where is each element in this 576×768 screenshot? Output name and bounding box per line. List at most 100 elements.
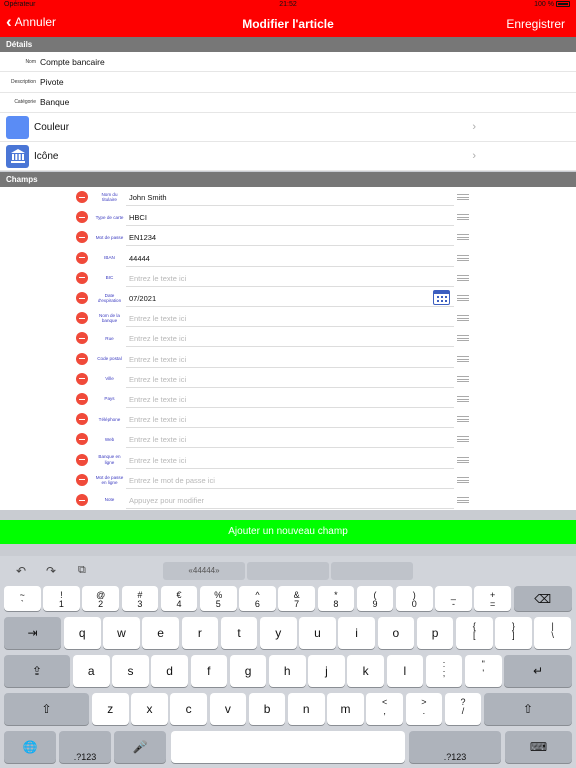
reorder-handle-icon[interactable] <box>457 436 469 443</box>
key-q[interactable]: q <box>64 617 101 649</box>
key-t[interactable]: t <box>220 617 258 649</box>
delete-key[interactable]: ⌫ <box>513 586 572 611</box>
key-n[interactable]: n <box>288 693 325 725</box>
key-'[interactable]: " ' <box>465 655 502 687</box>
delete-field-button[interactable] <box>76 231 88 244</box>
key-2[interactable]: @2 <box>82 586 119 611</box>
color-row[interactable]: Couleur › <box>0 113 576 142</box>
category-value[interactable]: Banque <box>40 97 69 107</box>
undo-icon[interactable]: ↶ <box>16 564 26 578</box>
key-w[interactable]: w <box>103 617 140 649</box>
field-value[interactable]: Entrez le texte ici <box>126 269 454 287</box>
hide-keyboard-key[interactable]: ⌨ <box>505 731 572 763</box>
key-g[interactable]: g <box>229 655 267 687</box>
field-value[interactable]: Entrez le texte ici <box>126 430 454 449</box>
key-7[interactable]: & 7 <box>278 586 315 611</box>
key-1[interactable]: ! 1 <box>43 586 80 611</box>
key-=[interactable]: + = <box>474 586 511 611</box>
key-u[interactable]: u <box>299 617 336 649</box>
reorder-handle-icon[interactable] <box>457 214 469 221</box>
key-[[interactable]: {[ <box>456 617 493 649</box>
key-f[interactable]: f <box>190 655 228 687</box>
redo-icon[interactable]: ↷ <box>46 564 56 578</box>
paste-icon[interactable]: ⧉ <box>78 564 86 577</box>
field-value[interactable]: EN1234 <box>126 228 454 247</box>
delete-field-button[interactable] <box>76 393 88 405</box>
delete-field-button[interactable] <box>76 191 88 203</box>
description-value[interactable]: Pivote <box>40 77 64 87</box>
key-l[interactable]: l <box>386 655 424 687</box>
key-\[interactable]: | \ <box>534 617 571 649</box>
key-h[interactable]: h <box>269 655 306 687</box>
field-value[interactable]: Entrez le texte ici <box>126 410 454 429</box>
key-9[interactable]: (9 <box>356 586 394 611</box>
field-value[interactable]: Entrez le texte ici <box>126 451 454 469</box>
key-3[interactable]: #3 <box>121 586 159 611</box>
reorder-handle-icon[interactable] <box>457 234 469 241</box>
delete-field-button[interactable] <box>76 372 88 385</box>
key-4[interactable]: €4 <box>160 586 198 611</box>
key-d[interactable]: d <box>151 655 188 687</box>
field-value[interactable]: 44444 <box>126 249 454 267</box>
reorder-handle-icon[interactable] <box>457 274 469 281</box>
shift-right-key[interactable]: ⇧ <box>484 693 572 725</box>
reorder-handle-icon[interactable] <box>457 355 469 362</box>
key-c[interactable]: c <box>170 693 207 725</box>
numbers-key-left[interactable]: .?123 <box>59 731 111 763</box>
reorder-handle-icon[interactable] <box>457 497 469 503</box>
suggestion-1[interactable]: «44444» <box>163 562 245 580</box>
key-k[interactable]: k <box>347 655 384 687</box>
key-/[interactable]: ? / <box>444 693 482 725</box>
dictation-key[interactable]: 🎤 <box>114 731 166 763</box>
key-p[interactable]: p <box>416 617 454 649</box>
reorder-handle-icon[interactable] <box>457 375 469 382</box>
key-j[interactable]: j <box>308 655 345 687</box>
reorder-handle-icon[interactable] <box>457 194 469 200</box>
numbers-key-right[interactable]: .?123 <box>409 731 501 763</box>
key-`[interactable]: ~ ` <box>4 586 41 611</box>
key-m[interactable]: m <box>327 693 364 725</box>
key-a[interactable]: a <box>73 655 110 687</box>
return-key[interactable]: ↵ <box>504 655 572 687</box>
field-value[interactable]: Entrez le texte ici <box>126 390 454 408</box>
space-key[interactable] <box>171 731 405 763</box>
field-value[interactable]: HBCI <box>126 208 454 227</box>
suggestion-2[interactable] <box>247 562 329 580</box>
key--[interactable]: _ - <box>435 586 472 611</box>
add-field-button[interactable]: Ajouter un nouveau champ <box>0 520 576 544</box>
tab-key[interactable]: ⇥ <box>4 617 61 649</box>
field-value[interactable]: Entrez le texte ici <box>126 329 454 348</box>
calendar-icon[interactable] <box>433 290 450 305</box>
globe-key[interactable]: 🌐 <box>4 731 56 763</box>
reorder-handle-icon[interactable] <box>457 416 469 423</box>
key-i[interactable]: i <box>338 617 375 649</box>
field-value[interactable]: John Smith <box>126 188 454 206</box>
detail-row-name[interactable]: Nom Compte bancaire <box>0 52 576 73</box>
shift-left-key[interactable]: ⇧ <box>4 693 89 725</box>
reorder-handle-icon[interactable] <box>457 315 469 322</box>
key-y[interactable]: y <box>260 617 297 649</box>
field-value[interactable]: Entrez le texte ici <box>126 309 454 328</box>
delete-field-button[interactable] <box>76 211 88 224</box>
name-value[interactable]: Compte bancaire <box>40 57 105 67</box>
delete-field-button[interactable] <box>76 413 88 426</box>
delete-field-button[interactable] <box>76 433 88 446</box>
key-o[interactable]: o <box>377 617 415 649</box>
reorder-handle-icon[interactable] <box>457 295 469 301</box>
field-value[interactable]: Entrez le mot de passe ici <box>126 471 454 489</box>
key-s[interactable]: s <box>112 655 149 687</box>
suggestion-3[interactable] <box>331 562 413 580</box>
delete-field-button[interactable] <box>76 312 88 325</box>
key-z[interactable]: z <box>92 693 129 725</box>
field-value[interactable]: 07/2021 <box>126 289 454 307</box>
key-8[interactable]: * 8 <box>317 586 355 611</box>
reorder-handle-icon[interactable] <box>457 456 469 463</box>
field-value[interactable]: Entrez le texte ici <box>126 350 454 368</box>
key-x[interactable]: x <box>131 693 168 725</box>
reorder-handle-icon[interactable] <box>457 254 469 261</box>
field-value[interactable]: Entrez le texte ici <box>126 370 454 388</box>
field-value[interactable]: Appuyez pour modifier <box>126 491 454 509</box>
icon-row[interactable]: Icône › <box>0 142 576 171</box>
key-6[interactable]: ^ 6 <box>239 586 276 611</box>
key-r[interactable]: r <box>181 617 219 649</box>
